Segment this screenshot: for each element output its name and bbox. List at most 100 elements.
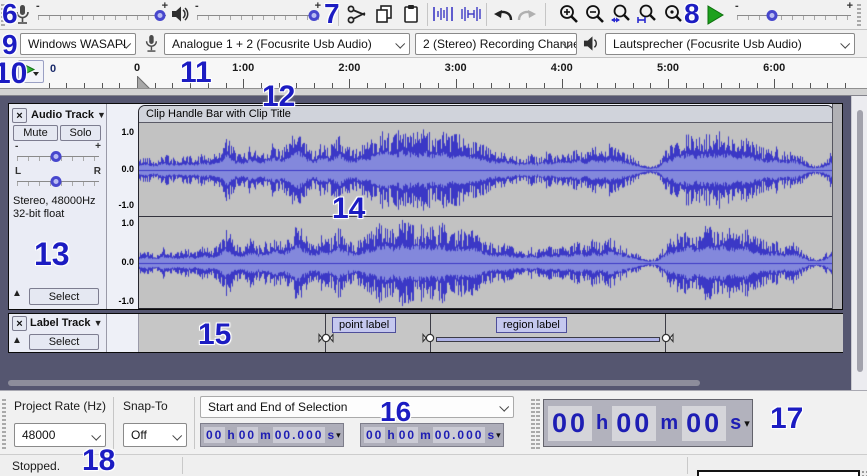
audacity-window: - + - +	[0, 0, 867, 476]
vertical-scale-ruler[interactable]: 1.0 0.0 -1.0 1.0 0.0 -1.0	[107, 104, 138, 309]
slider-min-label: -	[195, 0, 199, 12]
scale-label: 1.0	[121, 127, 134, 137]
audio-clip[interactable]: Clip Handle Bar with Clip Title	[138, 105, 834, 309]
horizontal-scrollbar-thumb[interactable]	[8, 380, 700, 386]
copy-button[interactable]	[371, 1, 397, 27]
redo-button[interactable]	[514, 1, 540, 27]
scissors-icon	[347, 4, 367, 24]
fit-selection-button[interactable]	[608, 1, 634, 27]
label-track-content[interactable]: point label region label	[138, 314, 843, 352]
project-rate-value: 48000	[22, 428, 55, 442]
track-menu-icon: ▼	[97, 110, 106, 120]
vertical-scrollbar[interactable]	[851, 96, 867, 390]
track-format-info: Stereo, 48000Hz	[13, 195, 96, 207]
toolbar-grabber[interactable]	[857, 3, 861, 26]
solo-button[interactable]: Solo	[60, 125, 101, 141]
scale-label: 0.0	[121, 257, 134, 267]
selection-mode-dropdown[interactable]: Start and End of Selection	[200, 396, 514, 418]
audio-host-value: Windows WASAPI	[28, 37, 126, 51]
vertical-scrollbar-thumb[interactable]	[857, 110, 863, 372]
close-track-button[interactable]: ×	[12, 316, 27, 331]
fit-project-button[interactable]	[634, 1, 660, 27]
audio-host-dropdown[interactable]: Windows WASAPI	[20, 33, 136, 55]
pan-thumb[interactable]	[51, 176, 62, 187]
chevron-down-icon	[91, 431, 101, 441]
play-at-speed-slider[interactable]: - +	[737, 2, 851, 26]
collapse-track-icon[interactable]: ▲	[12, 288, 22, 299]
zoom-toggle-icon	[662, 3, 684, 25]
zoom-out-button[interactable]	[582, 1, 608, 27]
slider-thumb[interactable]	[154, 10, 165, 21]
scale-label: -1.0	[118, 200, 134, 210]
selection-end-time[interactable]: 00h00m00.000s▾	[360, 423, 504, 447]
play-button[interactable]	[702, 2, 728, 28]
selection-start-time[interactable]: 00h00m00.000s▾	[200, 423, 344, 447]
top-toolbar: - + - +	[0, 0, 867, 30]
silence-audio-button[interactable]	[458, 1, 484, 27]
toolbar-grabber[interactable]	[2, 397, 6, 449]
clip-handle-bar[interactable]: Clip Handle Bar with Clip Title	[139, 106, 833, 123]
label-track-spacer	[107, 314, 138, 352]
slider-ticks	[38, 16, 166, 20]
region-start-handle-icon[interactable]	[422, 330, 438, 346]
recording-channels-value: 2 (Stereo) Recording Channels	[423, 37, 577, 51]
window-resize-grip[interactable]	[862, 471, 864, 473]
waveform-channel-left[interactable]	[139, 124, 833, 216]
scale-label: 1.0	[121, 218, 134, 228]
waveform-channel-right[interactable]	[139, 217, 833, 309]
timeline-options-button[interactable]	[18, 60, 44, 83]
playback-device-dropdown[interactable]: Lautsprecher (Focusrite Usb Audio)	[605, 33, 855, 55]
scale-label: -1.0	[118, 296, 134, 306]
playback-volume-slider[interactable]: - +	[197, 2, 319, 26]
slider-ticks	[197, 16, 319, 20]
close-icon: ×	[16, 110, 22, 122]
paste-button[interactable]	[398, 1, 424, 27]
scrub-bar[interactable]	[0, 88, 867, 96]
timeline-play-icon	[19, 61, 41, 80]
status-text: Stopped.	[12, 459, 60, 473]
zoom-toggle-button[interactable]	[660, 1, 686, 27]
empty-track-area[interactable]	[832, 104, 842, 309]
gain-thumb[interactable]	[51, 151, 62, 162]
collapse-track-icon[interactable]: ▲	[12, 335, 22, 346]
slider-thumb[interactable]	[767, 10, 778, 21]
recording-device-dropdown[interactable]: Analogue 1 + 2 (Focusrite Usb Audio)	[164, 33, 410, 55]
play-icon	[707, 5, 724, 25]
point-label[interactable]: point label	[332, 317, 396, 333]
region-end-handle-icon[interactable]	[658, 330, 674, 346]
cut-button[interactable]	[344, 1, 370, 27]
toolbar-grabber[interactable]	[531, 397, 535, 449]
fit-project-icon	[636, 3, 658, 25]
snap-to-dropdown[interactable]: Off	[123, 423, 187, 447]
audio-position-time[interactable]: 00h00m00s▾	[543, 399, 753, 447]
mute-button[interactable]: Mute	[13, 125, 58, 141]
project-rate-dropdown[interactable]: 48000	[14, 423, 106, 447]
track-menu-icon: ▼	[94, 318, 103, 328]
gain-min-label: -	[15, 141, 18, 152]
zoom-in-button[interactable]	[556, 1, 582, 27]
label-track-control-panel: × Label Track ▼ ▲ Select	[9, 314, 107, 352]
timeline-ruler[interactable]: 0 01:002:003:004:005:006:00	[0, 58, 867, 88]
ruler-origin-label: 0	[50, 63, 56, 75]
close-track-button[interactable]: ×	[12, 108, 27, 123]
track-select-button[interactable]: Select	[29, 288, 99, 305]
region-label-bar[interactable]	[436, 337, 660, 342]
recording-volume-slider[interactable]: - +	[38, 2, 166, 26]
pan-slider[interactable]: L R	[17, 168, 99, 190]
gain-slider[interactable]: - +	[17, 143, 99, 165]
slider-max-label: +	[847, 0, 853, 12]
track-title[interactable]: Audio Track ▼	[31, 109, 106, 121]
slider-thumb[interactable]	[309, 10, 320, 21]
selection-mode-value: Start and End of Selection	[208, 400, 347, 414]
snap-to-label: Snap-To	[123, 399, 168, 413]
recording-channels-dropdown[interactable]: 2 (Stereo) Recording Channels	[415, 33, 577, 55]
undo-button[interactable]	[490, 1, 516, 27]
region-label[interactable]: region label	[496, 317, 567, 333]
toolbar-grabber[interactable]	[1, 3, 5, 26]
trim-audio-button[interactable]	[430, 1, 456, 27]
toolbar-grabber[interactable]	[536, 397, 540, 449]
clip-title: Clip Handle Bar with Clip Title	[146, 108, 291, 120]
track-select-button[interactable]: Select	[29, 334, 99, 350]
undo-icon	[492, 5, 514, 23]
track-title[interactable]: Label Track ▼	[30, 317, 103, 329]
